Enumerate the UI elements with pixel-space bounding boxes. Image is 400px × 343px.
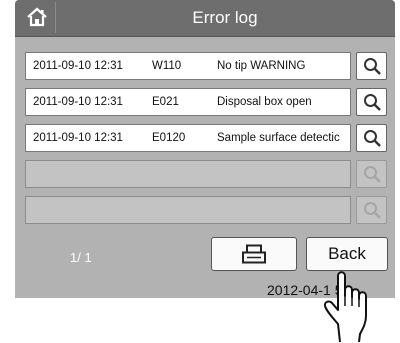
log-row-empty — [25, 160, 351, 188]
header-bar: Error log — [15, 0, 395, 37]
search-icon — [364, 94, 381, 111]
page-indicator: 1/ 1 — [70, 250, 92, 265]
detail-search-button[interactable] — [356, 88, 387, 116]
log-row[interactable]: 2011-09-10 12:31 W110 No tip WARNING — [25, 52, 351, 80]
log-code: E0120 — [152, 132, 186, 144]
log-row[interactable]: 2011-09-10 12:31 E0120 Sample surface de… — [25, 124, 351, 152]
home-button[interactable] — [19, 2, 56, 33]
search-icon — [364, 58, 381, 75]
pointing-hand-icon — [323, 271, 367, 343]
home-icon — [27, 7, 47, 27]
search-icon — [364, 166, 381, 183]
error-log-screen: Error log 2011-09-10 12:31 W110 No tip W… — [15, 0, 395, 298]
detail-search-button[interactable] — [356, 124, 387, 152]
print-button[interactable] — [211, 237, 297, 271]
detail-search-button[interactable] — [356, 52, 387, 80]
log-code: E021 — [152, 96, 179, 108]
search-icon — [364, 202, 381, 219]
log-row[interactable]: 2011-09-10 12:31 E021 Disposal box open — [25, 88, 351, 116]
detail-search-button-disabled — [356, 160, 387, 188]
log-date: 2011-09-10 12:31 — [33, 132, 123, 144]
printer-icon — [242, 244, 266, 264]
page-title: Error log — [192, 8, 258, 27]
log-message: Disposal box open — [217, 96, 312, 108]
log-message: No tip WARNING — [217, 60, 306, 72]
search-icon — [364, 130, 381, 147]
detail-search-button-disabled — [356, 196, 387, 224]
log-row-empty — [25, 196, 351, 224]
log-date: 2011-09-10 12:31 — [33, 96, 123, 108]
log-code: W110 — [152, 60, 182, 72]
log-message: Sample surface detectic — [217, 132, 340, 144]
log-date: 2011-09-10 12:31 — [33, 60, 123, 72]
